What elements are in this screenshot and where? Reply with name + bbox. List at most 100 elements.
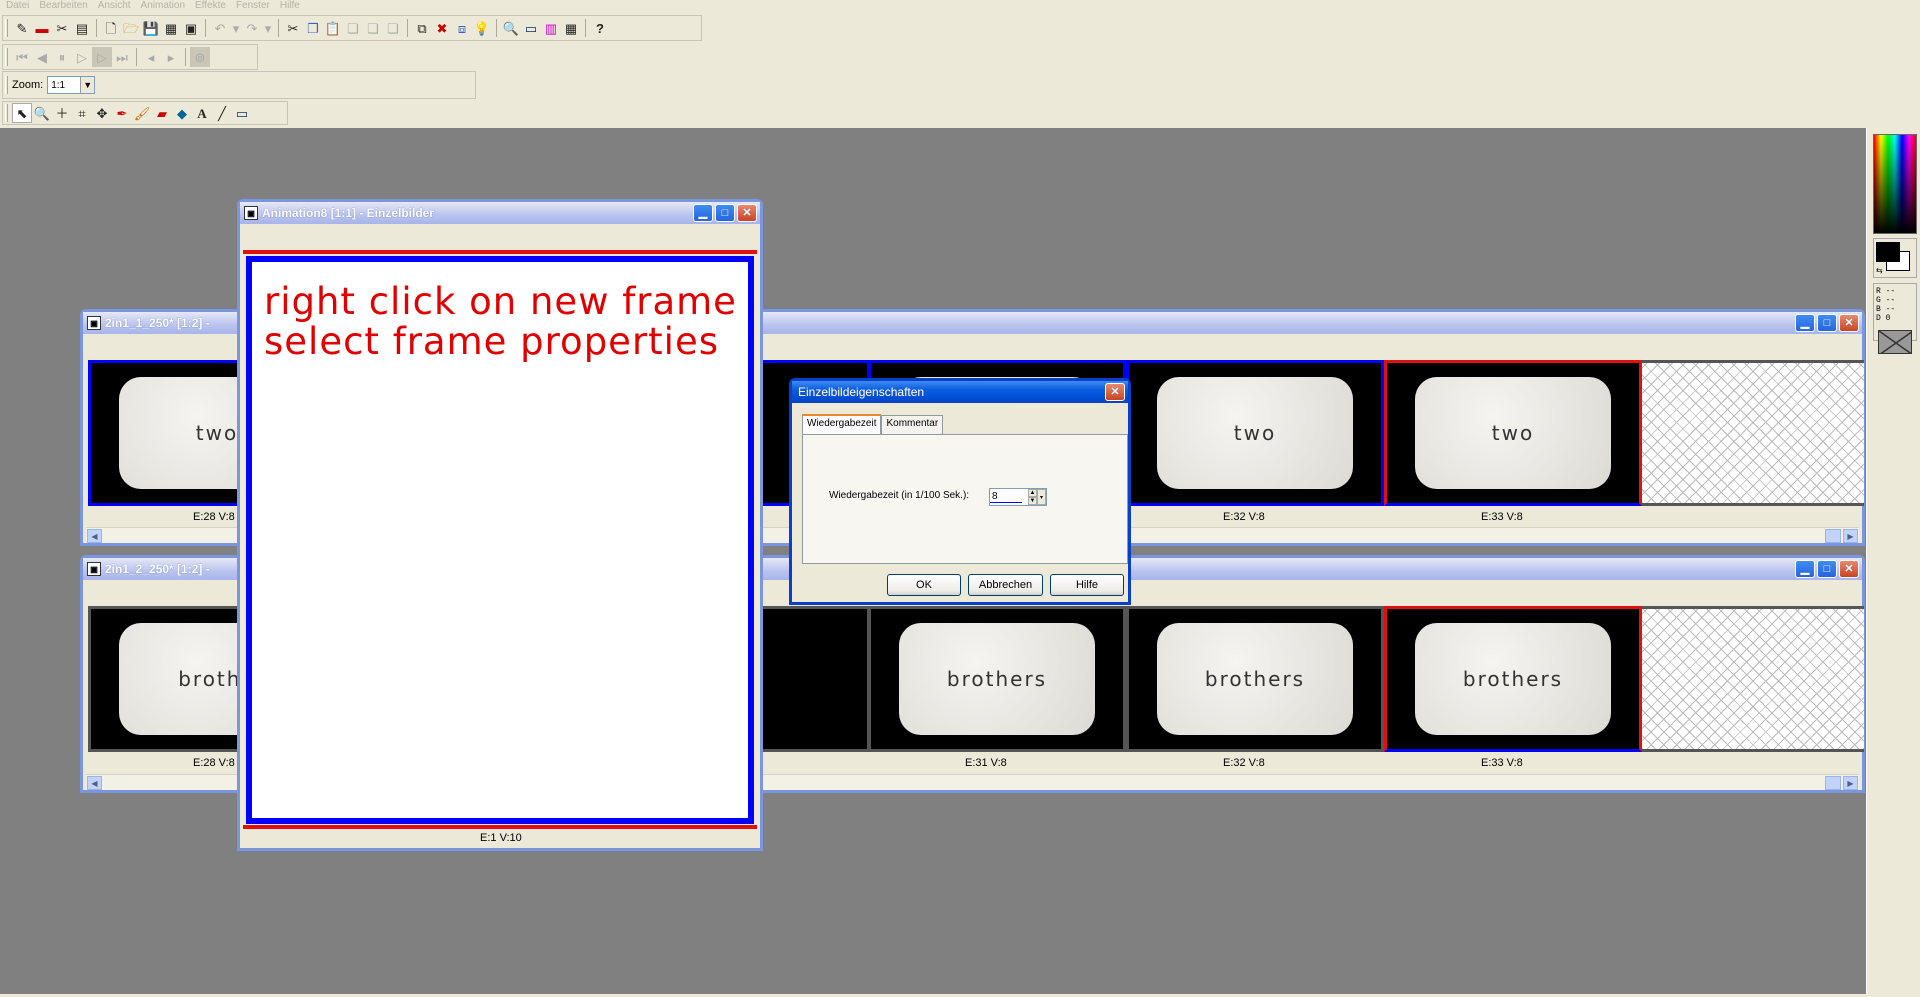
menu-view[interactable]: Ansicht (98, 0, 131, 13)
color-picker-spectrum[interactable] (1873, 134, 1917, 234)
crosshair-icon[interactable]: ＋ (52, 103, 72, 123)
frame-thumbnail-current[interactable]: two (1384, 360, 1642, 506)
scroll-right-icon[interactable]: ▶ (1843, 529, 1858, 543)
duplicate-frame-icon[interactable]: ⧉ (412, 18, 432, 38)
rectangle-icon[interactable]: ▭ (232, 103, 252, 123)
frame-thumbnail[interactable]: brothers (1126, 606, 1384, 752)
play-active-icon[interactable]: ▷ (92, 47, 112, 67)
paste-new-icon[interactable]: ❏ (343, 18, 363, 38)
previous-frame-icon[interactable]: ◀ (32, 47, 52, 67)
undo-dropdown-icon[interactable]: ▾ (230, 18, 242, 38)
banner-icon[interactable]: ▬ (32, 18, 52, 38)
frame-thumbnail[interactable]: two (1126, 360, 1384, 506)
undo-icon[interactable]: ↶ (210, 18, 230, 38)
scroll-left-icon[interactable]: ◀ (87, 776, 102, 790)
save-icon[interactable]: 💾 (141, 18, 161, 38)
paste-before-icon[interactable]: ❏ (363, 18, 383, 38)
paste-after-icon[interactable]: ❏ (383, 18, 403, 38)
text-tool-icon[interactable]: A (192, 103, 212, 123)
chevron-down-icon[interactable]: ▼ (80, 77, 95, 93)
spin-up-icon[interactable]: ▲ (1028, 489, 1037, 497)
maximize-button[interactable]: □ (1817, 314, 1837, 332)
zoom-tool-icon[interactable]: 🔍 (32, 103, 52, 123)
toolbar-grip[interactable] (5, 76, 8, 94)
filmstrip-icon[interactable]: ▦ (561, 18, 581, 38)
toolbar-grip[interactable] (5, 48, 8, 66)
tab-comment[interactable]: Kommentar (881, 415, 944, 434)
redo-icon[interactable]: ↷ (242, 18, 262, 38)
swap-colors-icon[interactable]: ⇆ (1876, 266, 1883, 275)
last-frame-icon[interactable]: ⏭ (112, 47, 132, 67)
open-folder-icon[interactable]: 🗁 (121, 18, 141, 38)
dialog-titlebar[interactable]: Einzelbildeigenschaften ✕ (792, 381, 1128, 403)
tab-playback-time[interactable]: Wiedergabezeit (802, 414, 882, 434)
pause-icon[interactable]: ⏸ (52, 47, 72, 67)
dropdown-icon[interactable]: ▾ (1037, 489, 1046, 505)
frame-properties-icon[interactable]: ⧈ (452, 18, 472, 38)
menu-window[interactable]: Fenster (236, 0, 270, 13)
minimize-button[interactable]: ▁ (1795, 560, 1815, 578)
foreground-color-swatch[interactable] (1876, 242, 1900, 262)
zoom-select[interactable]: 1:1 ▼ (47, 76, 96, 94)
paste-icon[interactable]: 📋 (323, 18, 343, 38)
frame-thumbnail[interactable]: brothers (868, 606, 1126, 752)
scroll-thumb[interactable] (1825, 529, 1841, 543)
lightbulb-icon[interactable]: 💡 (472, 18, 492, 38)
spin-down-icon[interactable]: ▼ (1028, 497, 1037, 505)
maximize-button[interactable]: □ (715, 204, 735, 222)
frame-canvas[interactable]: right click on new frame select frame pr… (246, 256, 754, 824)
line-icon[interactable]: ╱ (212, 103, 232, 123)
animation-frames-window[interactable]: ▣ Animation8 [1:1] - Einzelbilder ▁ □ ✕ … (237, 199, 763, 851)
color-bars-icon[interactable]: ▥ (541, 18, 561, 38)
toolbar-grip[interactable] (5, 19, 8, 37)
menu-help[interactable]: Hilfe (280, 0, 300, 13)
redo-dropdown-icon[interactable]: ▾ (262, 18, 274, 38)
delete-frame-icon[interactable]: ✖ (432, 18, 452, 38)
save-as-icon[interactable]: ▦ (161, 18, 181, 38)
eraser-icon[interactable]: ▰ (152, 103, 172, 123)
frame-thumbnail-current[interactable]: brothers (1384, 606, 1642, 752)
cut-icon[interactable]: ✂ (283, 18, 303, 38)
close-button[interactable]: ✕ (1839, 314, 1859, 332)
browse-icon[interactable]: ▣ (181, 18, 201, 38)
close-button[interactable]: ✕ (737, 204, 757, 222)
help-pointer-icon[interactable]: ? (590, 18, 610, 38)
ok-button[interactable]: OK (887, 574, 961, 596)
play-icon[interactable]: ▷ (72, 47, 92, 67)
close-button[interactable]: ✕ (1105, 383, 1125, 401)
menu-effects[interactable]: Effekte (195, 0, 226, 13)
scroll-right-icon[interactable]: ▶ (1843, 776, 1858, 790)
copy-icon[interactable]: ❐ (303, 18, 323, 38)
step-back-icon[interactable]: ◂ (141, 47, 161, 67)
maximize-button[interactable]: □ (1817, 560, 1837, 578)
split-icon[interactable]: ✂ (52, 18, 72, 38)
arrow-select-icon[interactable]: ⬉ (12, 103, 32, 123)
scroll-left-icon[interactable]: ◀ (87, 529, 102, 543)
titlebar[interactable]: ▣ Animation8 [1:1] - Einzelbilder ▁ □ ✕ (240, 202, 760, 224)
step-forward-icon[interactable]: ▸ (161, 47, 181, 67)
minimize-button[interactable]: ▁ (693, 204, 713, 222)
minimize-button[interactable]: ▁ (1795, 314, 1815, 332)
dropper-icon[interactable]: ✒ (112, 103, 132, 123)
wizard-icon[interactable]: ✎ (12, 18, 32, 38)
first-frame-icon[interactable]: ⏮ (12, 47, 32, 67)
loop-icon[interactable]: ⊚ (190, 47, 210, 67)
playback-time-input[interactable]: 8 (990, 489, 1022, 503)
move-icon[interactable]: ✥ (92, 103, 112, 123)
magnify-icon[interactable]: 🔍 (501, 18, 521, 38)
scroll-thumb[interactable] (1825, 776, 1841, 790)
frame-properties-dialog[interactable]: Einzelbildeigenschaften ✕ Wiedergabezeit… (789, 378, 1131, 605)
brush-icon[interactable]: 🖌 (132, 103, 152, 123)
help-button[interactable]: Hilfe (1050, 574, 1124, 596)
new-file-icon[interactable]: 🗋 (101, 18, 121, 38)
cancel-button[interactable]: Abbrechen (968, 574, 1043, 596)
playback-time-spinner[interactable]: 8 ▲ ▼ ▾ (989, 488, 1047, 506)
empty-frame[interactable] (1642, 360, 1864, 506)
menu-file[interactable]: Datei (6, 0, 29, 13)
crop-icon[interactable]: ⌗ (72, 103, 92, 123)
menu-animation[interactable]: Animation (141, 0, 185, 13)
toolbar-grip[interactable] (5, 104, 8, 122)
empty-frame[interactable] (1642, 606, 1864, 752)
transparent-swatch-icon[interactable] (1878, 330, 1912, 354)
frame-view-icon[interactable]: ▭ (521, 18, 541, 38)
